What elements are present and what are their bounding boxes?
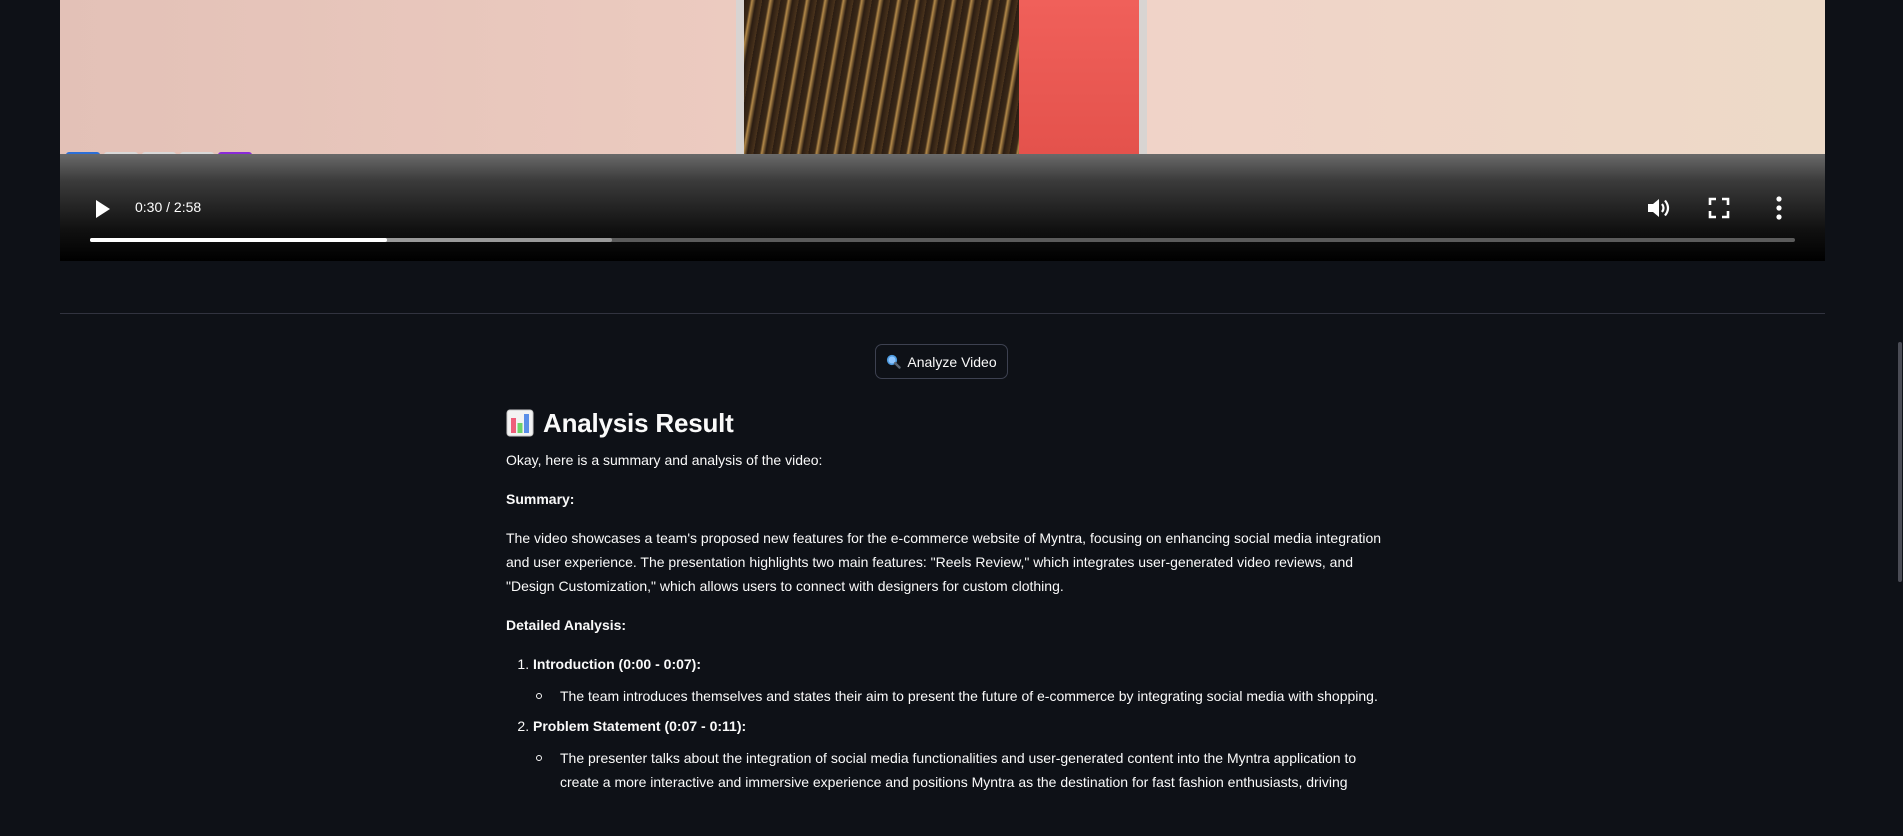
volume-icon <box>1648 199 1670 217</box>
video-frame-phone-screen <box>744 0 1139 154</box>
more-options-button[interactable] <box>1765 194 1793 222</box>
result-title: Analysis Result <box>543 408 734 438</box>
detailed-heading-paragraph: Detailed Analysis: <box>506 613 1386 637</box>
magnifier-icon <box>886 354 902 369</box>
time-display: 0:30 / 2:58 <box>135 199 202 215</box>
analysis-section: Introduction (0:00 - 0:07): The team int… <box>533 652 1386 708</box>
section-divider <box>60 313 1825 314</box>
video-controls: 0:30 / 2:58 <box>60 154 1825 261</box>
summary-heading-paragraph: Summary: <box>506 487 1386 511</box>
progress-bar[interactable] <box>90 238 1795 242</box>
analyze-video-label: Analyze Video <box>907 353 997 370</box>
video-frame-phone <box>736 0 1147 154</box>
volume-button[interactable] <box>1645 194 1673 222</box>
analysis-result: Analysis Result Okay, here is a summary … <box>506 405 1386 800</box>
video-frame[interactable] <box>60 0 1825 154</box>
detailed-analysis-heading: Detailed Analysis: <box>506 617 627 633</box>
section-title: Problem Statement (0:07 - 0:11): <box>533 718 747 734</box>
summary-heading: Summary: <box>506 491 575 507</box>
result-intro: Okay, here is a summary and analysis of … <box>506 452 823 468</box>
fullscreen-icon <box>1708 197 1730 219</box>
more-options-icon <box>1776 196 1782 220</box>
result-heading: Analysis Result <box>506 405 1386 441</box>
video-frame-left-panel <box>60 0 736 154</box>
section-points: The presenter talks about the integratio… <box>533 746 1386 794</box>
section-point: The presenter talks about the integratio… <box>536 746 1386 794</box>
section-points: The team introduces themselves and state… <box>533 684 1386 708</box>
video-frame-tabs <box>66 147 256 154</box>
fullscreen-button[interactable] <box>1705 194 1733 222</box>
play-button[interactable] <box>89 195 117 223</box>
analyze-video-button[interactable]: Analyze Video <box>875 344 1008 379</box>
page-scrollbar-thumb[interactable] <box>1898 342 1902 582</box>
progress-played <box>90 238 387 242</box>
analysis-section: Problem Statement (0:07 - 0:11): The pre… <box>533 714 1386 794</box>
summary-text: The video showcases a team's proposed ne… <box>506 530 1382 594</box>
section-title: Introduction (0:00 - 0:07): <box>533 656 702 672</box>
video-frame-right-panel <box>1147 0 1825 154</box>
analysis-sections-list: Introduction (0:00 - 0:07): The team int… <box>506 652 1386 794</box>
video-player[interactable]: 0:30 / 2:58 <box>60 0 1825 261</box>
page-scrollbar[interactable] <box>1897 0 1903 836</box>
bar-chart-icon <box>506 409 534 437</box>
video-frame-red-region <box>1019 0 1139 154</box>
play-icon <box>96 200 110 218</box>
section-point: The team introduces themselves and state… <box>536 684 1386 708</box>
app-root: 0:30 / 2:58 Analyze Video Analysis Resul… <box>0 0 1903 836</box>
